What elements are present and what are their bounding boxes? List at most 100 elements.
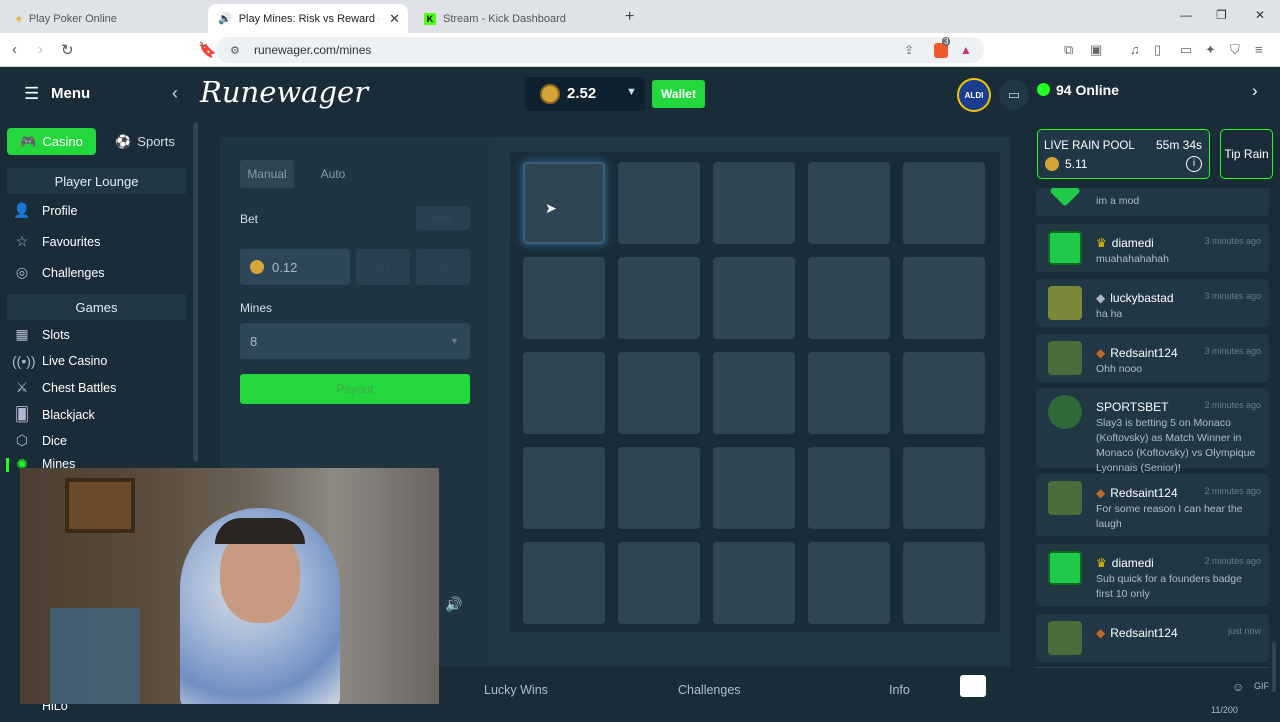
sidebar-item-challenges[interactable]: ◎ Challenges xyxy=(12,264,105,281)
mines-grid xyxy=(510,152,1000,632)
tab-poker[interactable]: ♠ Play Poker Online xyxy=(6,4,206,33)
mine-tile[interactable] xyxy=(618,447,700,529)
mine-tile[interactable] xyxy=(618,162,700,244)
volume-icon[interactable]: 🔊 xyxy=(445,596,462,613)
mines-select[interactable]: 8 ▼ xyxy=(240,323,470,359)
restore-icon[interactable]: ❐ xyxy=(1216,8,1227,22)
player-lounge-header[interactable]: Player Lounge xyxy=(7,168,186,194)
message-time: 3 minutes ago xyxy=(1204,236,1261,246)
user-avatar[interactable]: ALDI xyxy=(957,78,991,112)
rain-pool-card[interactable]: LIVE RAIN POOL 55m 34s 5.11 i xyxy=(1037,129,1210,179)
mine-tile[interactable] xyxy=(903,257,985,339)
username: ◆ Redsaint124 xyxy=(1096,486,1178,500)
mine-tile[interactable] xyxy=(903,352,985,434)
casino-toggle[interactable]: 🎮 Casino xyxy=(7,128,96,155)
back-icon[interactable]: ‹ xyxy=(12,41,17,58)
mine-tile[interactable] xyxy=(903,542,985,624)
close-window-icon[interactable]: ✕ xyxy=(1255,8,1265,22)
tab-title: Stream - Kick Dashboard xyxy=(443,12,566,25)
mine-tile[interactable] xyxy=(713,542,795,624)
extensions-icon[interactable]: ⧉ xyxy=(1064,42,1073,58)
url-field[interactable]: ⚙ runewager.com/mines ⇪ 3 ▲ xyxy=(216,37,984,63)
browser-menu-icon[interactable]: ≡ xyxy=(1255,42,1263,57)
payout-button[interactable]: Payout xyxy=(240,374,470,404)
forward-icon[interactable]: › xyxy=(38,41,43,58)
screenshot-icon[interactable]: ▣ xyxy=(1090,42,1102,58)
speaker-icon: 🔊 xyxy=(218,13,232,25)
mine-tile[interactable] xyxy=(903,162,985,244)
half-bet-button[interactable]: 1/2 xyxy=(356,249,410,285)
site-logo[interactable]: Runewager xyxy=(200,75,368,109)
wallet-button[interactable]: Wallet xyxy=(652,80,705,108)
share-icon[interactable]: ⇪ xyxy=(904,43,914,57)
tab-mines[interactable]: 🔊 Play Mines: Risk vs Reward - R ✕ xyxy=(208,4,408,33)
sidebar-item-favourites[interactable]: ☆ Favourites xyxy=(12,233,101,250)
double-bet-button[interactable]: 2x xyxy=(416,249,470,285)
sidebar-item-dice[interactable]: ⬡ Dice xyxy=(12,432,67,449)
max-button[interactable]: Max xyxy=(416,206,470,230)
mine-tile[interactable] xyxy=(713,352,795,434)
sidebar-item-live-casino[interactable]: ((•)) Live Casino xyxy=(12,353,107,369)
mine-tile[interactable] xyxy=(523,542,605,624)
tab-kick[interactable]: K Stream - Kick Dashboard xyxy=(414,4,614,33)
mine-tile[interactable] xyxy=(808,352,890,434)
mine-tile[interactable] xyxy=(713,162,795,244)
mine-tile[interactable] xyxy=(618,542,700,624)
collapse-sidebar-icon[interactable]: ‹ xyxy=(172,83,178,104)
chat-scrollbar[interactable] xyxy=(1272,642,1276,692)
collapse-chat-icon[interactable]: › xyxy=(1252,81,1258,101)
tab-info[interactable]: Info xyxy=(889,683,910,697)
auto-tab[interactable]: Auto xyxy=(306,160,360,188)
tab-lucky-wins[interactable]: Lucky Wins xyxy=(484,683,548,697)
mine-tile[interactable] xyxy=(713,447,795,529)
tab-challenges[interactable]: Challenges xyxy=(678,683,741,697)
new-tab-button[interactable]: + xyxy=(625,8,634,26)
chat-bubble-icon[interactable]: ▭ xyxy=(999,80,1029,110)
mine-tile[interactable] xyxy=(618,352,700,434)
chat-input[interactable]: ☺ GIF xyxy=(1036,667,1269,707)
browser-tab-bar: ♠ Play Poker Online 🔊 Play Mines: Risk v… xyxy=(0,0,1280,33)
sidebar-item-chest-battles[interactable]: ⚔ Chest Battles xyxy=(12,379,117,396)
chat-message: ◆ Redsaint124 just now xyxy=(1036,614,1269,662)
reload-icon[interactable]: ↻ xyxy=(61,41,74,59)
sidebar-item-blackjack[interactable]: 🂠 Blackjack xyxy=(12,406,95,423)
info-icon[interactable]: i xyxy=(1186,156,1202,172)
mine-tile[interactable] xyxy=(618,257,700,339)
manual-tab[interactable]: Manual xyxy=(240,160,294,188)
wallet-icon[interactable]: ▭ xyxy=(1180,42,1192,58)
mine-tile[interactable] xyxy=(523,352,605,434)
sidebar-item-profile[interactable]: 👤 Profile xyxy=(12,202,77,219)
sidebar-scrollbar[interactable] xyxy=(193,122,198,462)
mine-tile[interactable] xyxy=(713,257,795,339)
mine-tile[interactable] xyxy=(903,447,985,529)
close-tab-icon[interactable]: ✕ xyxy=(389,11,400,27)
hamburger-icon[interactable]: ☰ xyxy=(24,84,39,104)
mine-tile[interactable] xyxy=(808,162,890,244)
leo-icon[interactable]: ✦ xyxy=(1205,42,1216,58)
gif-button[interactable]: GIF xyxy=(1254,681,1269,691)
tip-rain-button[interactable]: Tip Rain xyxy=(1220,129,1273,179)
mine-tile[interactable] xyxy=(523,447,605,529)
username-text: Redsaint124 xyxy=(1110,626,1178,640)
minimize-icon[interactable]: — xyxy=(1180,8,1192,22)
mine-tile[interactable] xyxy=(808,542,890,624)
chat-widget-icon[interactable] xyxy=(960,675,986,697)
menu-label[interactable]: Menu xyxy=(51,85,90,102)
mine-tile[interactable] xyxy=(808,447,890,529)
balance-selector[interactable]: 2.52 ▼ xyxy=(525,77,645,111)
sports-toggle[interactable]: ⚽ Sports xyxy=(104,128,186,155)
mine-tile[interactable] xyxy=(523,162,605,244)
games-header[interactable]: Games xyxy=(7,294,186,320)
media-icon[interactable]: ♫ xyxy=(1130,42,1140,57)
site-info-icon[interactable]: ⚙ xyxy=(230,44,240,57)
mine-tile[interactable] xyxy=(523,257,605,339)
brave-rewards-icon[interactable]: ▲ xyxy=(960,43,972,57)
sidebar-icon[interactable]: ▯ xyxy=(1154,42,1161,58)
mine-tile[interactable] xyxy=(808,257,890,339)
coin-icon xyxy=(540,84,560,104)
bookmark-icon[interactable]: 🔖 xyxy=(198,41,217,59)
sidebar-item-slots[interactable]: ▦ Slots xyxy=(12,326,69,343)
vpn-icon[interactable]: ⛉ xyxy=(1230,42,1240,58)
emoji-icon[interactable]: ☺ xyxy=(1232,680,1244,694)
bet-input[interactable]: 0.12 xyxy=(240,249,350,285)
